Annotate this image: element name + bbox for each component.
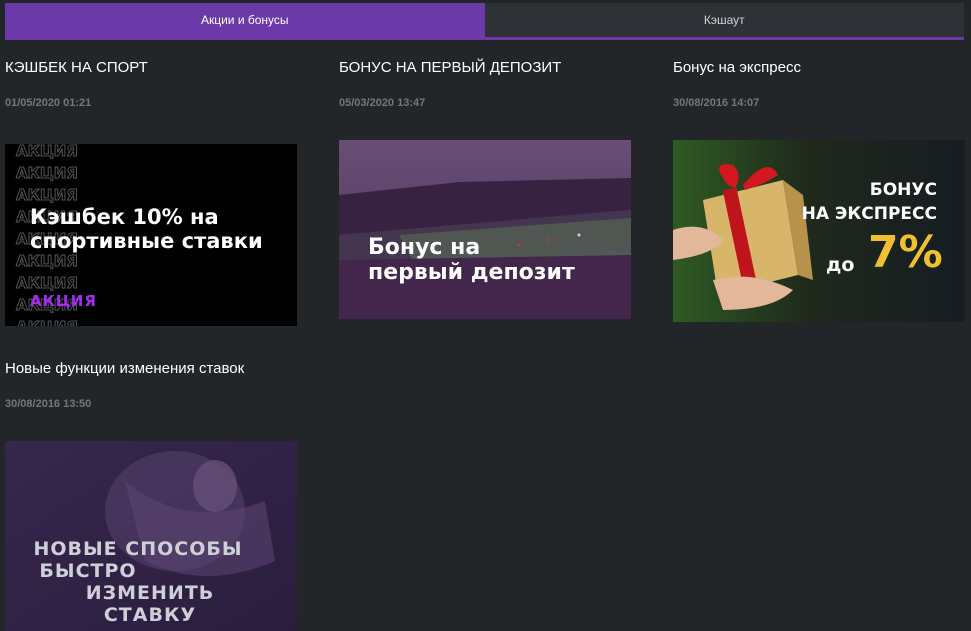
promo-title[interactable]: БОНУС НА ПЕРВЫЙ ДЕПОЗИТ bbox=[339, 59, 561, 76]
promo-banner-first-deposit[interactable]: Бонус на первый депозит bbox=[339, 140, 631, 319]
promo-banner-bet-edit[interactable]: НОВЫЕ СПОСОБЫ БЫСТРО ИЗМЕНИТЬ СТАВКУ bbox=[5, 441, 297, 631]
banner-prefix: до bbox=[826, 254, 855, 276]
banner-percent: 7% bbox=[868, 227, 943, 278]
banner-headline: Кэшбек 10% на спортивные ставки bbox=[30, 205, 263, 254]
promo-card-express-bonus[interactable]: Бонус на экспресс 30/08/2016 14:07 БОНУС… bbox=[673, 59, 971, 329]
tab-cashout[interactable]: Кэшаут bbox=[484, 3, 964, 37]
promo-card-cashback[interactable]: КЭШБЕК НА СПОРТ 01/05/2020 01:21 АКЦИЯ А… bbox=[5, 59, 305, 329]
promo-date: 30/08/2016 13:50 bbox=[5, 398, 92, 410]
promo-card-first-deposit[interactable]: БОНУС НА ПЕРВЫЙ ДЕПОЗИТ 05/03/2020 13:47… bbox=[339, 59, 639, 329]
stadium-image bbox=[339, 140, 631, 319]
promo-title[interactable]: КЭШБЕК НА СПОРТ bbox=[5, 59, 148, 76]
promo-date: 30/08/2016 14:07 bbox=[673, 97, 760, 109]
banner-headline: НОВЫЕ СПОСОБЫ БЫСТРО ИЗМЕНИТЬ СТАВКУ bbox=[33, 538, 243, 626]
promo-title[interactable]: Бонус на экспресс bbox=[673, 59, 801, 76]
tab-bar: Акции и бонусы Кэшаут bbox=[5, 3, 964, 40]
promo-card-bet-edit[interactable]: Новые функции изменения ставок 30/08/201… bbox=[5, 360, 305, 631]
tab-promotions[interactable]: Акции и бонусы bbox=[5, 3, 485, 37]
promo-date: 01/05/2020 01:21 bbox=[5, 97, 92, 109]
promo-banner-express[interactable]: БОНУС НА ЭКСПРЕСС до 7% bbox=[673, 140, 965, 322]
banner-headline: БОНУС НА ЭКСПРЕСС bbox=[801, 180, 937, 224]
promo-banner-cashback[interactable]: АКЦИЯ АКЦИЯ АКЦИЯ АКЦИЯ АКЦИЯ АКЦИЯ АКЦИ… bbox=[5, 144, 297, 326]
promo-date: 05/03/2020 13:47 bbox=[339, 97, 426, 109]
promo-title[interactable]: Новые функции изменения ставок bbox=[5, 360, 244, 377]
banner-tag: АКЦИЯ bbox=[30, 292, 97, 310]
banner-headline: Бонус на первый депозит bbox=[368, 235, 575, 286]
